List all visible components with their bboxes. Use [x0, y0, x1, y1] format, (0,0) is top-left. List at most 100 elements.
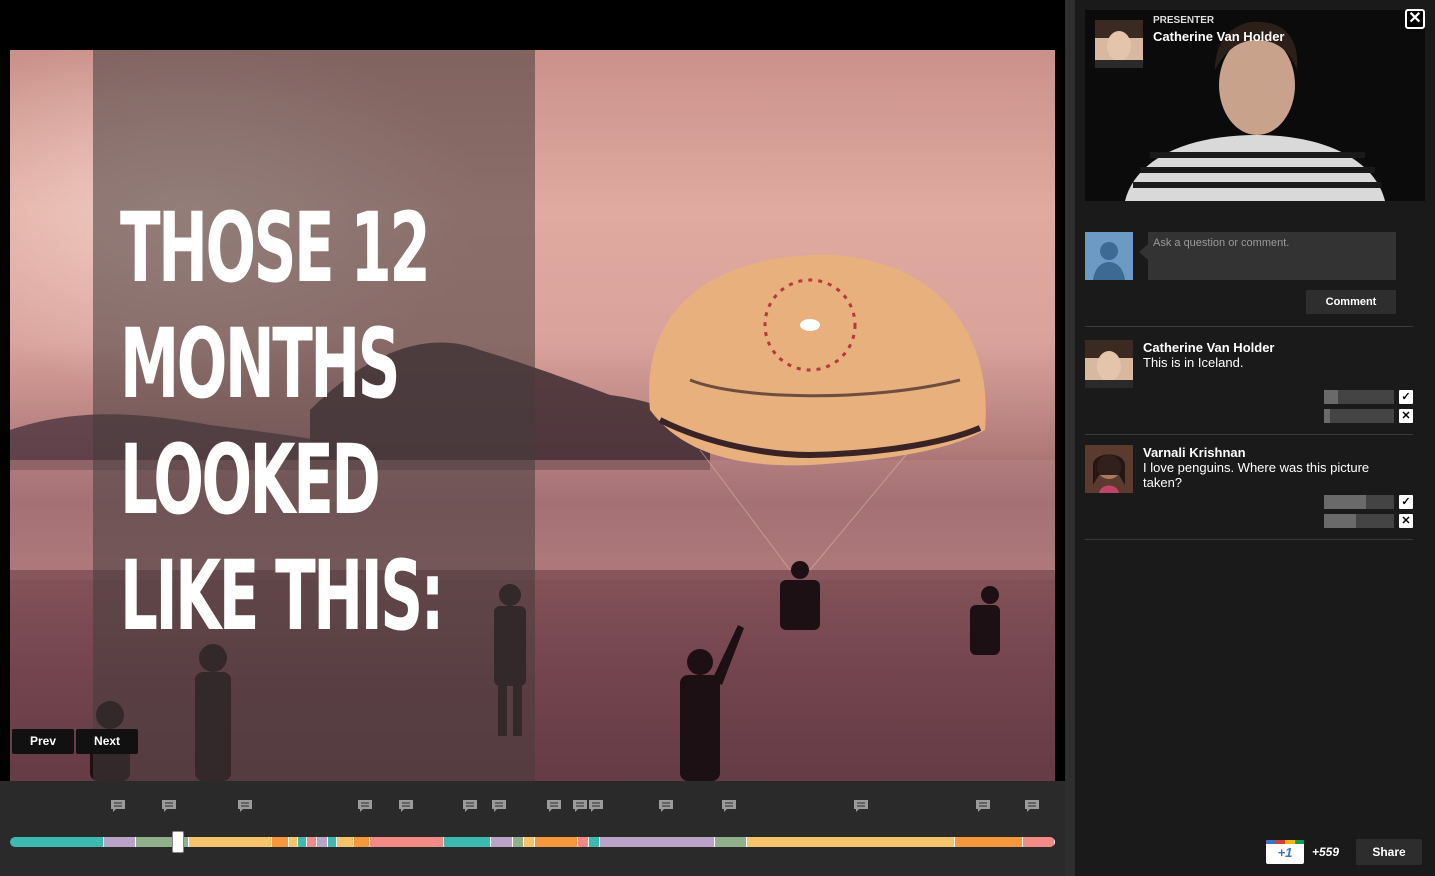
check-icon[interactable]: ✓	[1399, 495, 1413, 509]
presenter-video[interactable]: PRESENTER Catherine Van Holder	[1085, 10, 1425, 201]
upvote-row: ✓	[1324, 390, 1414, 404]
strip-segment	[1266, 840, 1276, 844]
comment-button[interactable]: Comment	[1306, 290, 1396, 314]
downvote-bar	[1324, 514, 1394, 528]
timeline-segment[interactable]	[589, 837, 601, 847]
comment-markers	[0, 799, 1065, 819]
share-button[interactable]: Share	[1356, 839, 1422, 865]
strip-segment	[1275, 840, 1285, 844]
timeline-segment[interactable]	[491, 837, 513, 847]
timeline-segment[interactable]	[747, 837, 955, 847]
presenter-name: Catherine Van Holder	[1153, 29, 1285, 44]
strip-segment	[1285, 840, 1295, 844]
timeline-segment[interactable]	[577, 837, 590, 847]
timeline-segment[interactable]	[327, 837, 338, 847]
prev-button[interactable]: Prev	[12, 729, 75, 754]
comment-avatar	[1085, 340, 1133, 388]
comment-item: Varnali Krishnan I love penguins. Where …	[1085, 445, 1415, 535]
timeline-segment[interactable]	[954, 837, 1023, 847]
timeline-segment[interactable]	[104, 837, 137, 847]
downvote-row: ✕	[1324, 514, 1414, 528]
headline-line: THOSE 12	[120, 192, 431, 304]
user-avatar	[1085, 232, 1133, 280]
speech-bubble-icon[interactable]	[658, 799, 674, 813]
speech-bubble-icon[interactable]	[588, 799, 604, 813]
slide-stage: THOSE 12 MONTHS LOOKED LIKE THIS: Prev N…	[0, 0, 1065, 876]
speech-bubble-icon[interactable]	[572, 799, 588, 813]
speech-bubble-icon[interactable]	[546, 799, 562, 813]
downvote-fill	[1324, 409, 1330, 423]
x-icon[interactable]: ✕	[1399, 514, 1413, 528]
downvote-fill	[1324, 514, 1356, 528]
comment-text: This is in Iceland.	[1143, 355, 1244, 370]
divider	[1085, 326, 1413, 327]
slide-image: THOSE 12 MONTHS LOOKED LIKE THIS:	[10, 50, 1055, 781]
timeline-segment[interactable]	[272, 837, 289, 847]
speech-bubble-icon[interactable]	[721, 799, 737, 813]
plusone-count: +559	[1312, 845, 1340, 859]
plusone-label: +1	[1277, 845, 1293, 860]
timeline	[0, 781, 1065, 876]
divider	[1085, 539, 1413, 540]
slide-headline: THOSE 12 MONTHS LOOKED LIKE THIS:	[120, 190, 444, 654]
timeline-segment[interactable]	[370, 837, 444, 847]
sidebar: PRESENTER Catherine Van Holder ✕ Comment…	[1075, 0, 1435, 876]
timeline-scrubber[interactable]	[172, 831, 184, 853]
timeline-segment[interactable]	[307, 837, 317, 847]
default-user-icon	[1085, 232, 1133, 280]
headline-line: MONTHS	[120, 308, 401, 420]
upvote-row: ✓	[1324, 495, 1414, 509]
input-pointer	[1139, 244, 1148, 260]
timeline-segment[interactable]	[10, 837, 105, 847]
timeline-bar[interactable]	[10, 837, 1055, 847]
upvote-bar	[1324, 495, 1394, 509]
presenter-avatar	[1095, 20, 1143, 68]
timeline-segment[interactable]	[512, 837, 525, 847]
check-icon[interactable]: ✓	[1399, 390, 1413, 404]
headline-line: LOOKED	[120, 424, 381, 536]
slide-navigation: Prev Next	[12, 729, 139, 754]
timeline-segment[interactable]	[443, 837, 492, 847]
comment-author: Varnali Krishnan	[1143, 445, 1246, 460]
speech-bubble-icon[interactable]	[975, 799, 991, 813]
speech-bubble-icon[interactable]	[853, 799, 869, 813]
strip-segment	[1294, 840, 1304, 844]
timeline-segment[interactable]	[188, 837, 273, 847]
timeline-segment[interactable]	[288, 837, 299, 847]
timeline-segment[interactable]	[353, 837, 371, 847]
next-button[interactable]: Next	[76, 729, 139, 754]
plusone-button[interactable]: +1	[1266, 840, 1304, 864]
speech-bubble-icon[interactable]	[161, 799, 177, 813]
timeline-segment[interactable]	[337, 837, 354, 847]
panel-divider	[1065, 0, 1075, 876]
timeline-segment[interactable]	[715, 837, 748, 847]
divider	[1085, 434, 1413, 435]
plusone-color-strip	[1266, 840, 1304, 844]
speech-bubble-icon[interactable]	[462, 799, 478, 813]
speech-bubble-icon[interactable]	[110, 799, 126, 813]
speech-bubble-icon[interactable]	[357, 799, 373, 813]
timeline-segment[interactable]	[1022, 837, 1055, 847]
timeline-segment[interactable]	[524, 837, 536, 847]
timeline-segment[interactable]	[298, 837, 308, 847]
timeline-segment[interactable]	[600, 837, 716, 847]
upvote-fill	[1324, 495, 1366, 509]
timeline-segment[interactable]	[316, 837, 328, 847]
upvote-fill	[1324, 390, 1338, 404]
close-icon[interactable]: ✕	[1405, 9, 1425, 29]
speech-bubble-icon[interactable]	[398, 799, 414, 813]
downvote-bar	[1324, 409, 1394, 423]
timeline-segment[interactable]	[535, 837, 578, 847]
upvote-bar	[1324, 390, 1394, 404]
speech-bubble-icon[interactable]	[1024, 799, 1040, 813]
headline-line: LIKE THIS:	[120, 540, 444, 652]
comment-item: Catherine Van Holder This is in Iceland.…	[1085, 340, 1415, 430]
comment-avatar	[1085, 445, 1133, 493]
x-icon[interactable]: ✕	[1399, 409, 1413, 423]
comment-author: Catherine Van Holder	[1143, 340, 1275, 355]
comment-input[interactable]	[1148, 232, 1396, 280]
downvote-row: ✕	[1324, 409, 1414, 423]
speech-bubble-icon[interactable]	[491, 799, 507, 813]
presenter-role-label: PRESENTER	[1153, 15, 1215, 26]
speech-bubble-icon[interactable]	[237, 799, 253, 813]
